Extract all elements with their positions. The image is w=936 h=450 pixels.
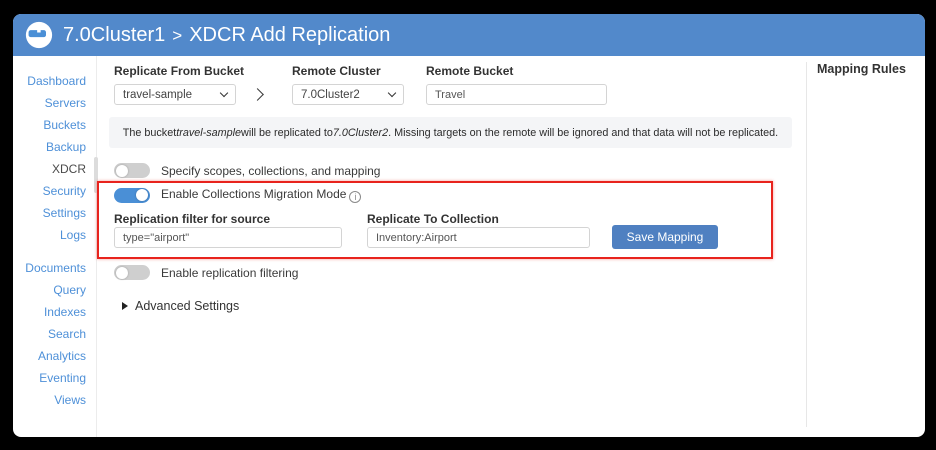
filter-source-input[interactable] xyxy=(114,227,342,248)
remote-cluster-select[interactable]: 7.0Cluster2 xyxy=(292,84,404,105)
sidebar-item-buckets[interactable]: Buckets xyxy=(13,114,96,136)
sidebar-item-eventing[interactable]: Eventing xyxy=(13,367,96,389)
sidebar-group-divider xyxy=(13,246,96,257)
chevron-down-icon xyxy=(219,88,229,98)
sidebar-item-dashboard[interactable]: Dashboard xyxy=(13,70,96,92)
sidebar-item-backup[interactable]: Backup xyxy=(13,136,96,158)
couchbase-logo-icon xyxy=(25,21,53,49)
from-bucket-value: travel-sample xyxy=(123,88,193,101)
page-title: XDCR Add Replication xyxy=(189,24,391,46)
remote-cluster-label: Remote Cluster xyxy=(292,64,381,78)
remote-cluster-value: 7.0Cluster2 xyxy=(301,88,360,101)
replication-filtering-label: Enable replication filtering xyxy=(161,265,299,280)
info-icon[interactable]: i xyxy=(349,191,362,203)
triangle-right-icon xyxy=(122,302,128,310)
advanced-settings-label: Advanced Settings xyxy=(135,299,240,313)
toggle-knob xyxy=(116,164,128,177)
sidebar-item-servers[interactable]: Servers xyxy=(13,92,96,114)
breadcrumb-separator: > xyxy=(172,26,183,45)
breadcrumb-cluster[interactable]: 7.0Cluster1 xyxy=(63,24,165,46)
breadcrumb: 7.0Cluster1 > XDCR Add Replication xyxy=(63,14,390,56)
sidebar-item-xdcr[interactable]: XDCR xyxy=(13,158,96,180)
sidebar-item-query[interactable]: Query xyxy=(13,279,96,301)
sidebar-item-logs[interactable]: Logs xyxy=(13,224,96,246)
specify-scopes-label: Specify scopes, collections, and mapping xyxy=(161,163,381,178)
mapping-rules-title: Mapping Rules xyxy=(817,62,906,76)
replication-direction-arrow-icon xyxy=(251,88,264,101)
sidebar-item-documents[interactable]: Documents xyxy=(13,257,96,279)
migration-mode-toggle[interactable] xyxy=(114,187,150,203)
sidebar-item-security[interactable]: Security xyxy=(13,180,96,202)
save-mapping-button[interactable]: Save Mapping xyxy=(612,225,718,249)
chevron-down-icon xyxy=(387,88,397,98)
from-bucket-label: Replicate From Bucket xyxy=(114,64,245,78)
replication-filtering-toggle[interactable] xyxy=(114,265,150,280)
replication-filtering-toggle-row: Enable replication filtering xyxy=(114,265,298,280)
migration-mode-toggle-row: Enable Collections Migration Mode i xyxy=(114,187,362,203)
remote-bucket-input[interactable] xyxy=(426,84,607,105)
advanced-settings-toggle[interactable]: Advanced Settings xyxy=(122,299,239,313)
app-header: 7.0Cluster1 > XDCR Add Replication xyxy=(13,14,925,56)
sidebar-item-views[interactable]: Views xyxy=(13,389,96,411)
content-right-divider xyxy=(806,62,807,427)
from-bucket-select[interactable]: travel-sample xyxy=(114,84,236,105)
replication-note: The bucket travel-sample will be replica… xyxy=(109,117,792,148)
specify-scopes-toggle[interactable] xyxy=(114,163,150,178)
app-window: 7.0Cluster1 > XDCR Add Replication Dashboa… xyxy=(13,14,925,437)
specify-scopes-toggle-row: Specify scopes, collections, and mapping xyxy=(114,163,380,178)
sidebar-item-settings[interactable]: Settings xyxy=(13,202,96,224)
to-collection-input[interactable] xyxy=(367,227,590,248)
toggle-knob xyxy=(116,266,128,279)
sidebar-scroll-thumb[interactable] xyxy=(94,157,98,193)
migration-mode-label: Enable Collections Migration Mode i xyxy=(161,187,362,203)
filter-source-label: Replication filter for source xyxy=(114,212,271,226)
sidebar-item-search[interactable]: Search xyxy=(13,323,96,345)
sidebar-item-indexes[interactable]: Indexes xyxy=(13,301,96,323)
remote-bucket-label: Remote Bucket xyxy=(426,64,514,78)
to-collection-label: Replicate To Collection xyxy=(367,212,499,226)
sidebar-nav: Dashboard Servers Buckets Backup XDCR Se… xyxy=(13,56,97,437)
sidebar-item-analytics[interactable]: Analytics xyxy=(13,345,96,367)
toggle-knob xyxy=(136,189,148,201)
